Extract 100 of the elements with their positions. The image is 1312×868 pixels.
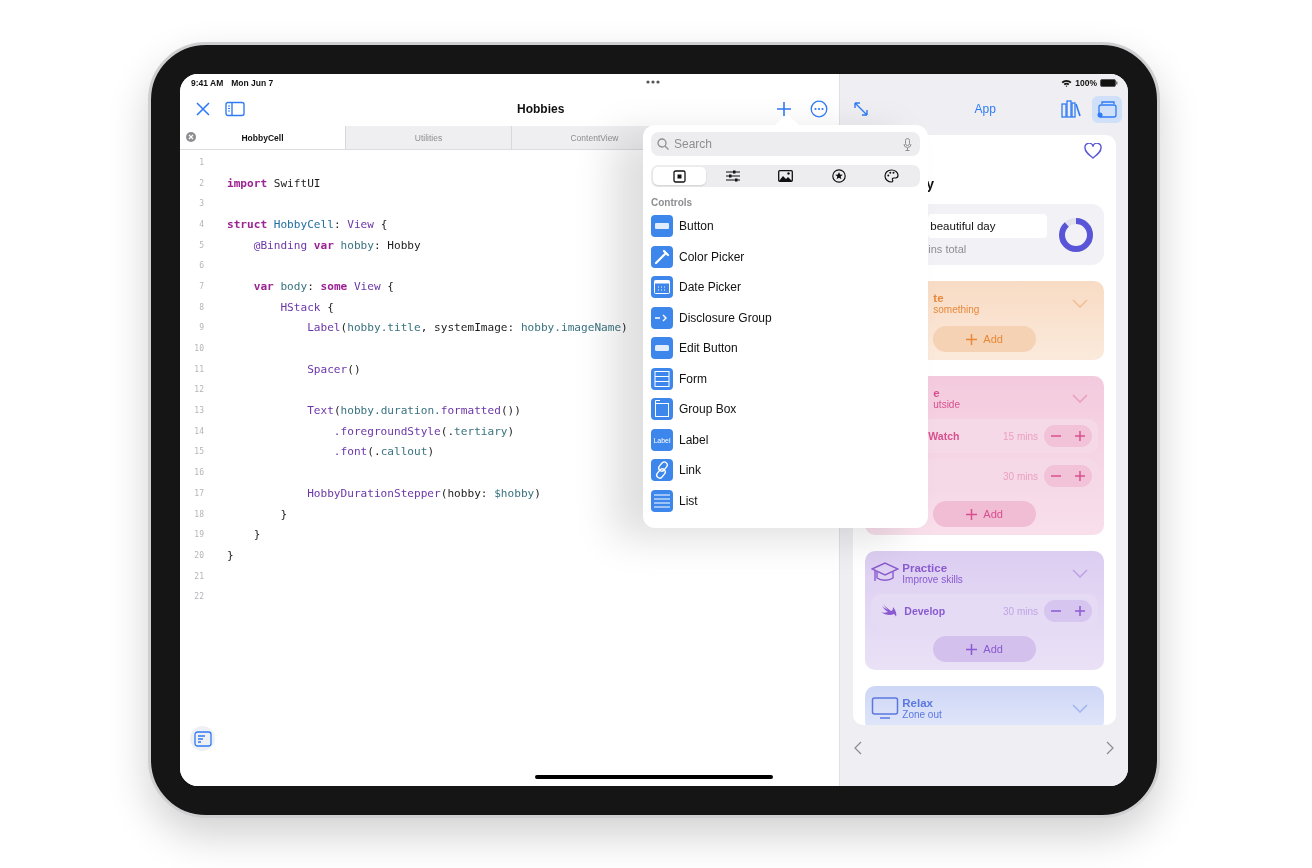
calendar-control-icon [651,276,673,299]
line-number: 18 [193,509,204,519]
library-item[interactable]: Disclosure Group [651,302,920,333]
activity-name: Watch [928,430,960,442]
code-line: } [227,548,234,562]
document-outline-button[interactable] [190,726,215,751]
disclosure-control-icon [651,306,673,329]
status-date: Mon Jun 7 [231,78,274,88]
line-number: 14 [193,426,204,436]
line-number: 7 [198,281,204,291]
library-segment[interactable] [653,167,706,185]
plus-icon [966,333,978,345]
eyedropper-control-icon [651,245,673,268]
document-title: Hobbies [515,102,566,116]
library-item[interactable]: Button [651,211,920,242]
line-number: 15 [193,447,204,457]
text-field[interactable]: beautiful day [928,214,1047,238]
category-title: Relax [902,696,934,709]
line-number: 2 [198,178,204,188]
category-title: e [933,386,941,399]
code-line: Label(hobby.title, systemImage: hobby.imageName) [306,321,628,335]
preview-title: App [973,102,997,116]
wifi-icon [1061,79,1073,87]
tv-icon [871,696,900,720]
line-number: 19 [193,530,204,540]
code-line: .font(.callout) [332,445,435,459]
library-button[interactable] [1058,97,1084,121]
category-title: te [933,291,945,304]
line-number: 3 [198,199,204,209]
line-number: 17 [193,488,204,498]
library-item[interactable]: Form [651,363,920,394]
code-line: } [279,507,288,521]
line-number: 16 [193,468,204,478]
activity-name: Develop [904,605,946,617]
photo-icon [778,170,793,182]
battery-percentage: 100% [1075,78,1097,88]
total-caption: ins total [928,243,968,255]
code-line: HStack { [279,300,334,314]
category-subtitle: Improve skills [902,573,964,585]
line-number: 10 [193,344,204,354]
chevron-right-icon[interactable] [1106,741,1114,755]
preview-toggle-button[interactable] [1092,95,1122,123]
plus-icon[interactable] [1075,471,1085,481]
star-icon [831,169,846,183]
line-number: 8 [198,302,204,312]
line-number: 6 [198,261,204,271]
code-line: Spacer() [306,362,361,376]
duration-stepper[interactable] [1044,600,1092,622]
library-item[interactable]: Edit Button [651,333,920,364]
chevron-left-icon[interactable] [854,741,863,755]
line-number: 22 [193,592,204,602]
file-tab[interactable]: HobbyCell [180,126,346,149]
plus-icon [966,643,978,655]
library-item[interactable]: Group Box [651,394,920,425]
category-subtitle: utside [933,398,961,410]
category-title: Practice [902,561,949,574]
duration-stepper[interactable] [1044,425,1092,447]
line-number: 1 [198,157,204,167]
bird-icon [880,603,899,619]
line-number: 9 [198,323,204,333]
line-number: 5 [198,240,204,250]
plus-icon[interactable] [1075,431,1085,441]
line-number: 13 [193,406,204,416]
list-control-icon [651,489,673,512]
code-line: struct HobbyCell: View { [227,217,388,231]
category-subtitle: Zone out [902,708,943,720]
button-control-icon [651,215,673,238]
code-line: import SwiftUI [227,176,321,190]
plus-icon[interactable] [1075,606,1085,616]
line-number: 11 [193,364,204,374]
microphone-icon[interactable] [903,137,912,151]
link-control-icon [651,459,673,482]
line-number: 21 [193,571,204,581]
close-tab-icon[interactable] [186,132,196,142]
duration-stepper[interactable] [1044,465,1092,487]
battery-icon [1100,79,1118,87]
line-number: 4 [198,219,204,229]
sliders-icon [725,170,740,182]
heart-icon[interactable] [1084,143,1102,159]
library-item[interactable]: Color Picker [651,241,920,272]
library-item[interactable]: List [651,485,920,516]
code-line: } [252,528,261,542]
code-line: Text(hobby.duration.formatted()) [306,404,521,418]
section-header: Controls [651,197,694,210]
multitasking-dots-icon[interactable] [646,80,660,84]
groupbox-control-icon [651,398,673,421]
chevron-down-icon[interactable] [1072,568,1088,578]
code-line: HobbyDurationStepper(hobby: $hobby) [306,486,541,500]
code-line: @Binding var hobby: Hobby [252,238,421,252]
library-item[interactable]: Date Picker [651,272,920,303]
status-time: 9:41 AM [191,78,224,88]
chevron-down-icon[interactable] [1072,703,1088,713]
search-icon [657,138,669,150]
category-subtitle: something [933,303,981,315]
search-field[interactable]: Search [651,132,920,156]
plus-icon [966,508,978,520]
line-number: 12 [193,385,204,395]
library-item[interactable]: Link [651,455,920,486]
edit-control-icon [651,337,673,360]
line-number: 20 [193,550,204,560]
